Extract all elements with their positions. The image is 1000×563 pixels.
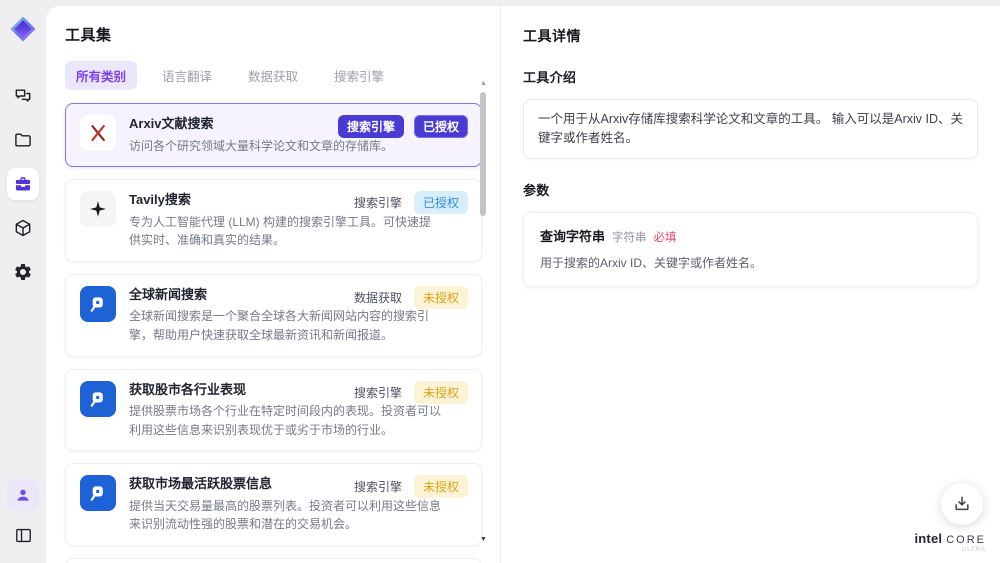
blue-search-icon <box>80 380 116 417</box>
category-tabs: 所有类别 语言翻译 数据获取 搜索引擎 <box>65 61 482 90</box>
param-description: 用于搜索的Arxiv ID、关键字或作者姓名。 <box>540 255 763 270</box>
tool-description: 访问各个研究领域大量科学论文和文章的存储库。 <box>129 138 394 153</box>
ultra-wordmark: ULTRA <box>961 547 986 554</box>
tool-auth-badge: 已授权 <box>413 115 468 138</box>
tool-card[interactable]: 获取股市各行业表现 提供股票市场各个行业在特定时间段内的表现。投资者可以利用这些… <box>65 368 482 452</box>
briefcase-icon[interactable] <box>7 168 39 200</box>
page-title: 工具集 <box>65 27 112 44</box>
tool-list-pane: 工具集 所有类别 语言翻译 数据获取 搜索引擎 Arxiv文献搜索 访问各个研究领域大… <box>46 6 500 563</box>
tool-card[interactable]: 全球新闻搜索 全球新闻搜索是一个聚合全球各大新闻网站内容的搜索引擎，帮助用户快速… <box>65 273 482 357</box>
scrollbar-thumb[interactable] <box>480 92 486 216</box>
tool-auth-badge: 未授权 <box>413 475 468 499</box>
tool-category-badge: 搜索引擎 <box>337 115 404 138</box>
scroll-down-arrow[interactable]: ▼ <box>480 536 487 543</box>
tool-badges: 搜索引擎 未授权 <box>352 380 468 404</box>
param-card: 查询字符串 字符串 必填 用于搜索的Arxiv ID、关键字或作者姓名。 <box>523 211 978 287</box>
blue-search-icon <box>80 475 116 512</box>
tool-badges: 数据获取 未授权 <box>352 285 468 309</box>
tool-card[interactable]: Arxiv文献搜索 访问各个研究领域大量科学论文和文章的存储库。 搜索引擎 已授… <box>65 103 482 168</box>
param-required-badge: 必填 <box>653 231 677 244</box>
user-icon[interactable] <box>7 479 39 511</box>
tool-category-badge: 搜索引擎 <box>353 480 402 495</box>
tool-card[interactable]: Tavily搜索 专为人工智能代理 (LLM) 构建的搜索引擎工具。可快速提供实… <box>65 179 482 262</box>
tab-0[interactable]: 所有类别 <box>65 61 138 90</box>
blue-search-icon <box>80 285 116 322</box>
intro-heading: 工具介绍 <box>523 70 577 85</box>
intel-core-logo: intel CORE ULTRA <box>914 531 986 554</box>
rail-bottom <box>7 479 39 551</box>
tool-auth-badge: 已授权 <box>413 191 468 215</box>
tool-description: 全球新闻搜索是一个聚合全球各大新闻网站内容的搜索引擎，帮助用户快速获取全球最新资… <box>129 309 430 343</box>
app-logo-icon[interactable] <box>6 12 40 46</box>
tool-badges: 搜索引擎 已授权 <box>352 191 468 215</box>
tool-intro-text: 一个用于从Arxiv存储库搜索科学论文和文章的工具。 输入可以是Arxiv ID… <box>523 99 978 159</box>
panel-toggle-icon[interactable] <box>7 519 39 551</box>
tool-category-badge: 数据获取 <box>353 290 402 305</box>
chat-icon[interactable] <box>7 80 39 112</box>
rail-nav <box>7 80 39 288</box>
tavily-star-icon <box>80 191 116 228</box>
gear-icon[interactable] <box>7 256 39 288</box>
tool-badges: 搜索引擎 未授权 <box>352 475 468 499</box>
tool-category-badge: 搜索引擎 <box>353 196 402 211</box>
tool-detail-pane: 工具详情 工具介绍 一个用于从Arxiv存储库搜索科学论文和文章的工具。 输入可… <box>500 6 1000 563</box>
folder-icon[interactable] <box>7 124 39 156</box>
scroll-up-arrow[interactable]: ▲ <box>480 80 487 87</box>
tool-description: 专为人工智能代理 (LLM) 构建的搜索引擎工具。可快速提供实时、准确和真实的结… <box>129 214 432 248</box>
tool-card-list: Arxiv文献搜索 访问各个研究领域大量科学论文和文章的存储库。 搜索引擎 已授… <box>65 103 482 563</box>
main-panel: 工具集 所有类别 语言翻译 数据获取 搜索引擎 Arxiv文献搜索 访问各个研究领域大… <box>46 6 1000 563</box>
icon-rail <box>0 0 46 563</box>
param-name: 查询字符串 <box>540 228 606 244</box>
tool-auth-badge: 未授权 <box>413 380 468 404</box>
tab-2[interactable]: 数据获取 <box>237 61 309 90</box>
tool-badges: 搜索引擎 已授权 <box>337 115 468 138</box>
tool-description: 提供股票市场各个行业在特定时间段内的表现。投资者可以利用这些信息来识别表现优于或… <box>129 404 442 437</box>
cube-icon[interactable] <box>7 212 39 244</box>
params-heading: 参数 <box>523 182 550 198</box>
arxiv-icon <box>80 115 116 151</box>
intel-wordmark: intel <box>914 531 943 547</box>
app-window: 工具集 所有类别 语言翻译 数据获取 搜索引擎 Arxiv文献搜索 访问各个研究领域大… <box>0 0 1000 563</box>
tab-1[interactable]: 语言翻译 <box>151 61 223 90</box>
param-type: 字符串 <box>612 231 647 244</box>
detail-title: 工具详情 <box>523 28 581 44</box>
list-scrollbar[interactable]: ▲ ▼ <box>480 66 487 563</box>
download-button[interactable] <box>941 483 983 525</box>
tool-description: 提供当天交易量最高的股票列表。投资者可以利用这些信息来识别流动性强的股票和潜在的… <box>129 498 442 532</box>
tool-card[interactable]: 万维地区新闻查询 查询具体行政区划内的新闻，快速了解各地新闻动 搜索引擎 未授权 <box>65 558 482 563</box>
tab-3[interactable]: 搜索引擎 <box>323 61 395 90</box>
tool-category-badge: 搜索引擎 <box>353 385 402 400</box>
tool-auth-badge: 未授权 <box>413 285 468 309</box>
tool-card[interactable]: 获取市场最活跃股票信息 提供当天交易量最高的股票列表。投资者可以利用这些信息来识… <box>65 463 482 547</box>
core-wordmark: CORE <box>946 534 986 547</box>
